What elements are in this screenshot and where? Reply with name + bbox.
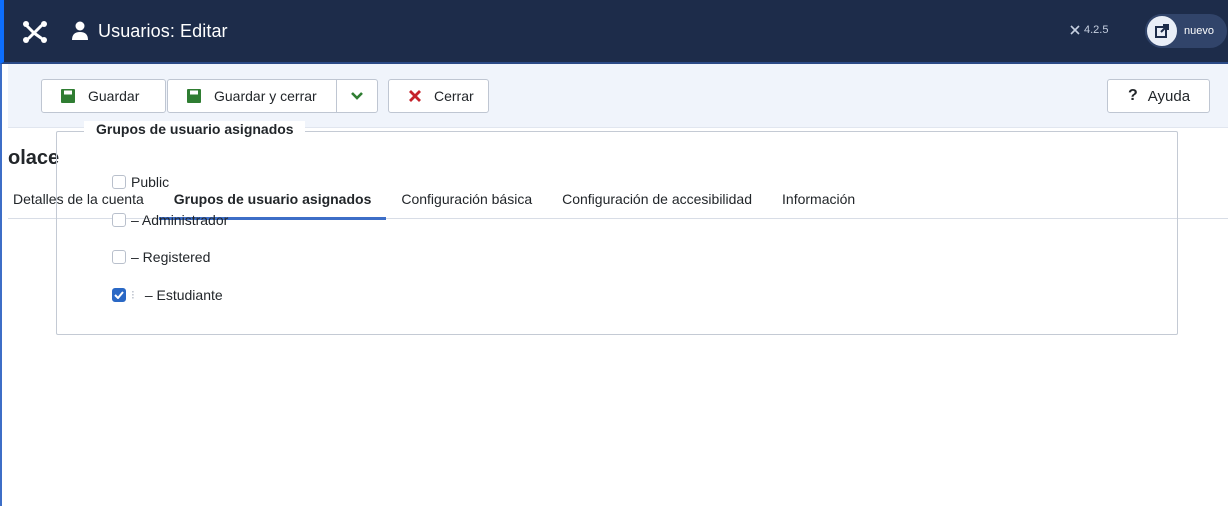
group-checkbox-public[interactable] xyxy=(112,175,126,189)
save-and-close-button[interactable]: Guardar y cerrar xyxy=(167,79,337,113)
joomla-logo-icon[interactable] xyxy=(22,19,48,45)
page-title: Usuarios: Editar xyxy=(98,21,228,41)
external-link-icon xyxy=(1145,14,1179,48)
group-row-public: Public xyxy=(112,174,169,190)
save-icon xyxy=(185,87,203,105)
group-row-estudiante: ⁝ – Estudiante xyxy=(112,287,223,303)
version-indicator: 4.2.5 xyxy=(1069,24,1108,36)
close-button-label: Cerrar xyxy=(434,88,474,104)
group-checkbox-administrador[interactable] xyxy=(112,213,126,227)
chevron-down-icon xyxy=(351,92,363,100)
close-icon xyxy=(406,87,424,105)
group-checkbox-estudiante[interactable] xyxy=(112,288,126,302)
fieldset-legend: Grupos de usuario asignados xyxy=(84,121,305,137)
action-toolbar: Guardar Guardar y cerrar Cerrar ? Ayuda xyxy=(8,64,1228,128)
help-button-label: Ayuda xyxy=(1147,87,1191,105)
nesting-marker: ⁝ xyxy=(131,288,135,302)
help-button[interactable]: ? Ayuda xyxy=(1107,79,1210,113)
save-and-close-button-label: Guardar y cerrar xyxy=(214,88,317,104)
save-icon xyxy=(59,87,77,105)
version-text: 4.2.5 xyxy=(1084,24,1109,36)
group-label-registered: – Registered xyxy=(131,249,211,265)
group-label-estudiante: – Estudiante xyxy=(144,287,223,303)
group-label-administrador: – Administrador xyxy=(131,212,229,228)
joomla-small-icon xyxy=(1070,25,1080,35)
save-options-dropdown-button[interactable] xyxy=(336,79,378,113)
top-header: Usuarios: Editar 4.2.5 nuevo xyxy=(0,0,1228,64)
help-icon: ? xyxy=(1128,87,1138,104)
group-checkbox-registered[interactable] xyxy=(112,250,126,264)
user-icon xyxy=(72,21,88,40)
save-button[interactable]: Guardar xyxy=(41,79,166,113)
group-label-public: Public xyxy=(131,174,170,190)
user-groups-fieldset: Grupos de usuario asignados Public – Adm… xyxy=(56,121,1178,335)
new-window-label: nuevo xyxy=(1184,25,1214,37)
new-window-button[interactable]: nuevo xyxy=(1145,14,1227,48)
close-button[interactable]: Cerrar xyxy=(388,79,489,113)
save-button-label: Guardar xyxy=(88,88,140,104)
left-edge-accent xyxy=(0,64,8,506)
group-row-administrador: – Administrador xyxy=(112,212,228,228)
checkmark-icon xyxy=(114,291,124,299)
record-title: olace xyxy=(8,147,60,169)
group-row-registered: – Registered xyxy=(112,249,210,265)
